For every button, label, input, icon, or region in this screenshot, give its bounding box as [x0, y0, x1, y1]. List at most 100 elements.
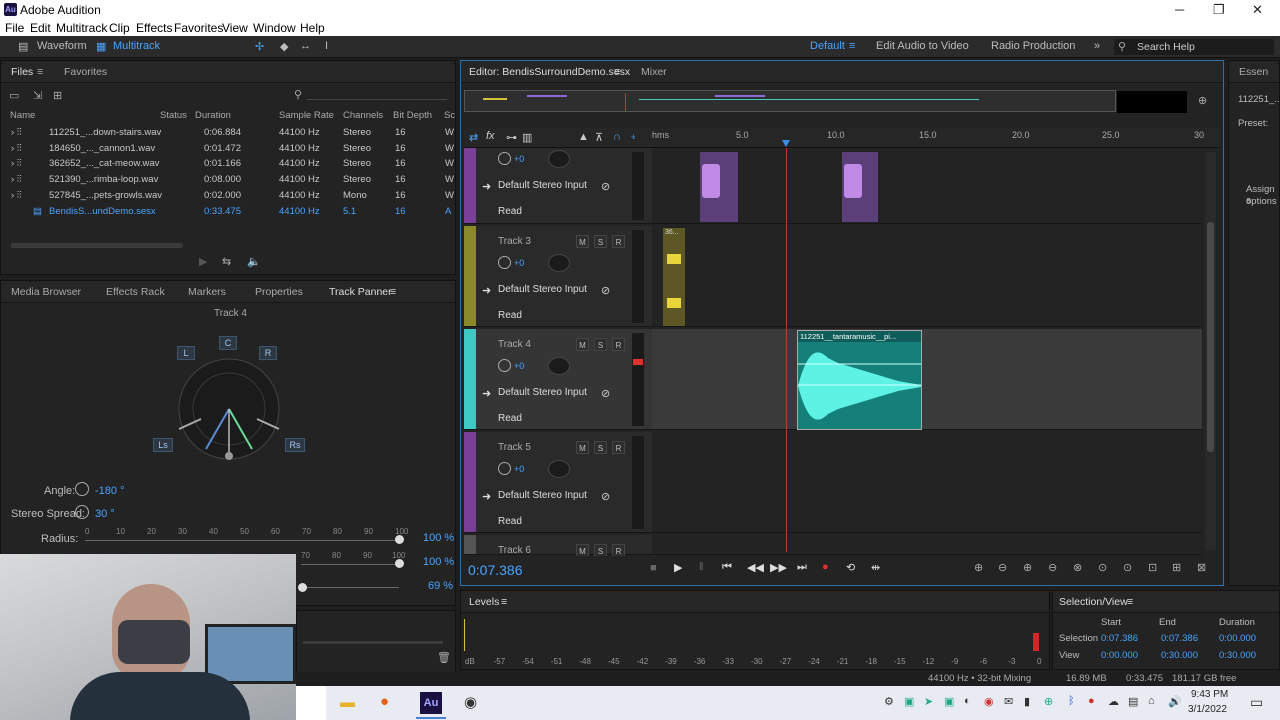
minimize-icon[interactable]: ─ [1175, 2, 1184, 17]
track-volume[interactable]: +0 [514, 361, 524, 371]
zoom-out-time-icon[interactable]: ⊖ [1048, 561, 1057, 574]
tray-icon-1[interactable]: ⚙ [884, 695, 894, 708]
file-row[interactable]: › ⫶⫶ 521390_...rimba-loop.wav 0:08.000 4410… [1, 172, 455, 188]
close-icon[interactable]: ✕ [1252, 2, 1263, 18]
open-folder-icon[interactable]: ▭ [9, 89, 19, 102]
file-row[interactable]: › ⫶⫶ 527845_...pets-growls.wav 0:02.000 441… [1, 188, 455, 204]
zoom-in-amplitude-icon[interactable]: ⊕ [974, 561, 983, 574]
clock-date[interactable]: 3/1/2022 [1188, 704, 1227, 715]
obs-icon[interactable]: ◉ [464, 693, 477, 711]
spread-knob-icon[interactable] [75, 505, 89, 519]
eq-icon[interactable]: ▥ [522, 131, 532, 144]
play-preview-icon[interactable]: ▶ [199, 255, 207, 268]
tab-favorites[interactable]: Favorites [64, 66, 107, 78]
zoom-tracks-icon[interactable]: ⊞ [1172, 561, 1181, 574]
tab-editor[interactable]: Editor: BendisSurroundDemo.sesx [469, 66, 630, 78]
fx-icon[interactable]: fx [486, 130, 495, 142]
session-overview[interactable] [464, 90, 1116, 112]
speaker-L[interactable]: L [177, 346, 195, 360]
rewind-icon[interactable]: ◀◀ [747, 561, 764, 574]
track-input-select[interactable]: Default Stereo Input [498, 180, 587, 191]
tray-icon-4[interactable]: ▣ [944, 695, 954, 708]
tab-effects-rack[interactable]: Effects Rack [106, 286, 165, 298]
skip-icon[interactable]: ⇹ [871, 561, 880, 574]
tray-icon-2[interactable]: ▣ [904, 695, 914, 708]
go-to-end-icon[interactable]: ⏭ [797, 561, 807, 574]
menu-window[interactable]: Window [253, 21, 296, 35]
loop-icon[interactable]: ⟲ [846, 561, 855, 574]
surround-pan-icon[interactable] [548, 460, 570, 478]
go-to-start-icon[interactable]: ⏮ [722, 561, 732, 574]
track-msr-button[interactable]: R [612, 235, 625, 248]
track-name[interactable]: Track 6 [498, 545, 531, 556]
track-header[interactable]: Track 6MSR [464, 535, 652, 557]
firefox-icon[interactable]: ● [380, 693, 389, 710]
automation-mode-select[interactable]: Read [498, 206, 522, 217]
metronome-icon[interactable]: ▲ [578, 131, 589, 143]
view-end[interactable]: 0:30.000 [1161, 650, 1198, 661]
tray-icon-9[interactable]: ⊕ [1044, 695, 1053, 708]
move-tool-icon[interactable]: ✢ [255, 40, 264, 53]
speaker-icon[interactable]: 🔈 [247, 255, 261, 268]
playhead-snap-icon[interactable]: ⍖ [630, 131, 637, 144]
volume-knob-icon[interactable] [498, 152, 511, 165]
menu-view[interactable]: View [222, 21, 248, 35]
track-lane[interactable] [652, 226, 1202, 327]
phase-icon[interactable]: ⊘ [601, 490, 610, 503]
workspace-default[interactable]: Default [810, 40, 845, 52]
track-header[interactable]: Track 3 M S R ➜ Default Stereo Input Read +0 ⊘ [464, 226, 652, 327]
overview-viewport[interactable] [1117, 91, 1187, 113]
automation-mode-select[interactable]: Read [498, 516, 522, 527]
playhead-marker[interactable] [782, 140, 790, 147]
multitrack-button[interactable]: Multitrack [113, 40, 160, 52]
import-icon[interactable]: ⇲ [33, 89, 42, 102]
track-volume[interactable]: +0 [514, 258, 524, 268]
radius-slider-track[interactable] [85, 540, 399, 541]
menu-edit[interactable]: Edit [30, 21, 51, 35]
menu-effects[interactable]: Effects [136, 21, 172, 35]
search-box[interactable]: ⚲ Search Help [1114, 39, 1274, 55]
volume-knob-icon[interactable] [498, 359, 511, 372]
file-explorer-icon[interactable]: ▬ [340, 694, 355, 711]
automation-mode-select[interactable]: Read [498, 413, 522, 424]
notifications-icon[interactable]: ▭ [1250, 694, 1263, 711]
zoom-reset-icon[interactable]: ⊠ [1197, 561, 1206, 574]
waveform-icon[interactable]: ▤ [18, 40, 28, 53]
track-lane[interactable] [652, 432, 1202, 533]
phase-icon[interactable]: ⊘ [601, 387, 610, 400]
radius-slider-handle[interactable] [395, 535, 404, 544]
zoom-out-amplitude-icon[interactable]: ⊖ [998, 561, 1007, 574]
new-file-icon[interactable]: ⊞ [53, 89, 62, 102]
loop-preview-icon[interactable]: ⇆ [222, 255, 231, 268]
automation-mode-select[interactable]: Read [498, 310, 522, 321]
menu-multitrack[interactable]: Multitrack [56, 21, 107, 35]
surround-pan-icon[interactable] [548, 357, 570, 375]
menu-help[interactable]: Help [300, 21, 325, 35]
zoom-in-time-icon[interactable]: ⊕ [1023, 561, 1032, 574]
panel-menu-icon[interactable]: ≡ [390, 286, 396, 298]
tracks-scrollbar[interactable] [1205, 152, 1216, 550]
surround-pan-icon[interactable] [548, 254, 570, 272]
waveform-button[interactable]: Waveform [37, 40, 87, 52]
track-msr-button[interactable]: S [594, 441, 607, 454]
volume-knob-icon[interactable] [498, 462, 511, 475]
track-header[interactable]: Track 4 M S R ➜ Default Stereo Input Read +0 ⊘ [464, 329, 652, 430]
files-search-field[interactable] [307, 99, 447, 100]
panel-menu-icon[interactable]: ≡ [37, 66, 43, 78]
track-lane[interactable] [652, 329, 1202, 430]
track-header[interactable]: Track 5 M S R ➜ Default Stereo Input Read +0 ⊘ [464, 432, 652, 533]
slip-tool-icon[interactable]: ↔ [300, 40, 311, 52]
network-icon[interactable]: ⌂ [1148, 695, 1155, 707]
col-duration[interactable]: Duration [195, 110, 231, 121]
file-row[interactable]: ▤ BendisS...undDemo.sesx 0:33.475 44100 Hz 5… [1, 204, 455, 220]
speaker-Rs[interactable]: Rs [285, 438, 305, 452]
panel-menu-icon[interactable]: ≡ [614, 66, 620, 78]
file-row[interactable]: › ⫶⫶ 184650_..._cannon1.wav 0:01.472 44100 … [1, 141, 455, 157]
trash-icon[interactable]: 🗑 [437, 651, 451, 664]
tab-markers[interactable]: Markers [188, 286, 226, 298]
tab-properties[interactable]: Properties [255, 286, 303, 298]
timeline-ruler[interactable]: ⇄ fx ⊶ ▥ ▲ ⊼ ∩ ⍖ hms 5.0 10.0 15.0 20.0 25.0 3… [464, 128, 1220, 148]
track-header[interactable]: MSR➜Default Stereo InputRead+0⊘ [464, 148, 652, 224]
workspace-menu-icon[interactable]: ≡ [849, 40, 855, 52]
zoom-out-point-icon[interactable]: ⊙ [1123, 561, 1132, 574]
